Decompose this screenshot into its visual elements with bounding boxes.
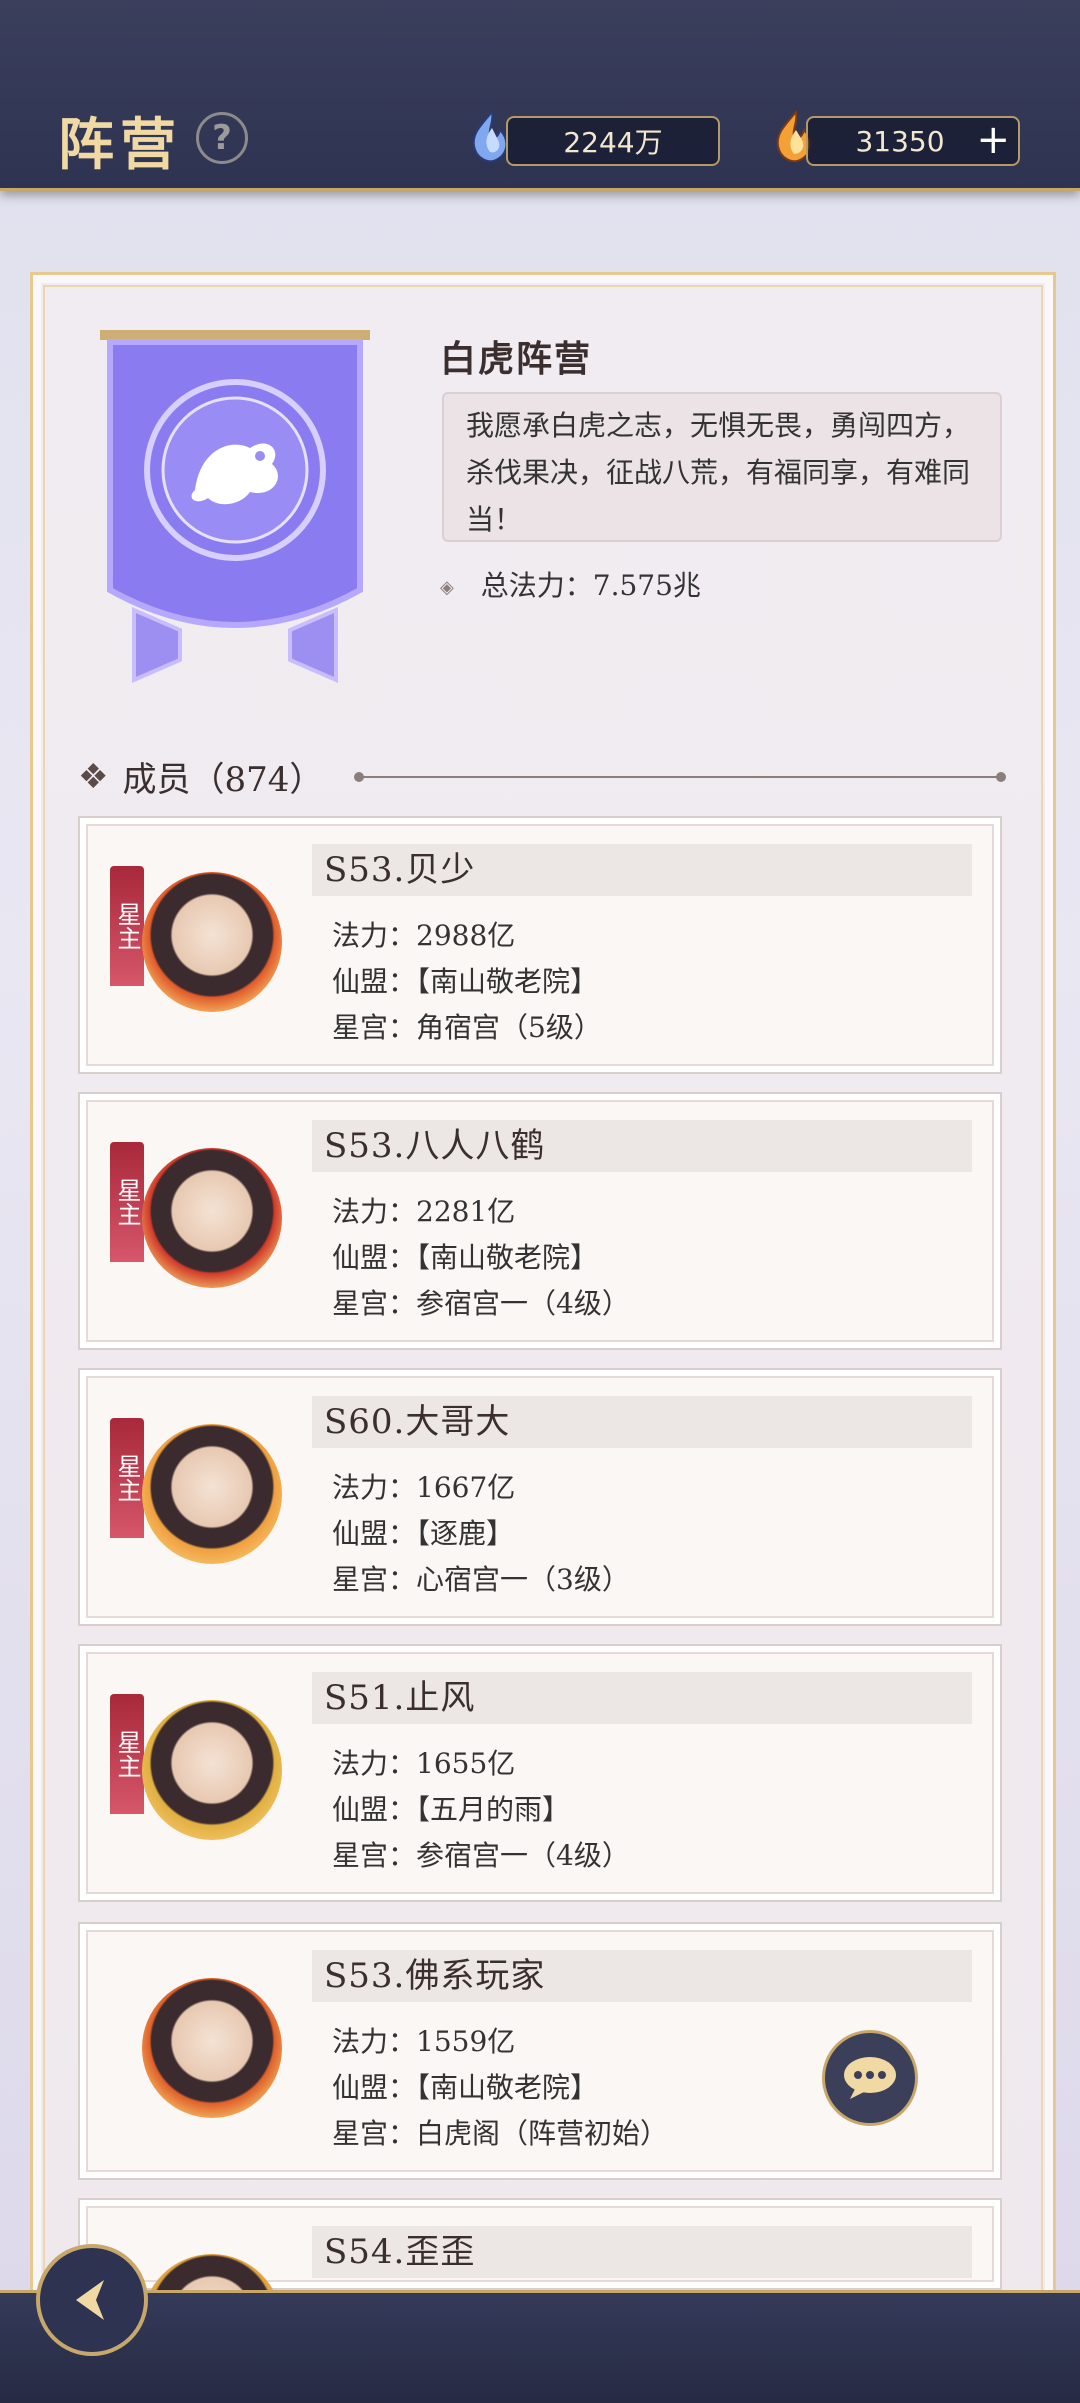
- avatar[interactable]: [142, 1424, 282, 1564]
- faction-power: ◈ 总法力：7.575兆: [440, 564, 701, 604]
- member-name: S53.八人八鹤: [312, 1120, 972, 1172]
- avatar[interactable]: [142, 1148, 282, 1288]
- divider: [354, 772, 1006, 782]
- star-master-tag: 星主: [110, 1142, 144, 1262]
- diamond-ornament-icon: ❖: [78, 756, 109, 797]
- spirit-currency-display: 2244万: [506, 116, 720, 166]
- member-card[interactable]: 星主 S51.止风法力：1655亿仙盟：【五月的雨】星宫：参宿宫一（4级）: [78, 1644, 1002, 1902]
- gold-currency-value: 31350: [855, 124, 945, 158]
- member-card[interactable]: 星主 S60.大哥大法力：1667亿 仙盟：【逐鹿】星宫：心宿宫一（3级）: [78, 1368, 1002, 1626]
- faction-banner-emblem: [100, 330, 370, 684]
- member-name: S51.止风: [312, 1672, 972, 1724]
- member-name: S53.贝少: [312, 844, 972, 896]
- diamond-icon: ◈: [440, 577, 454, 598]
- member-power: 法力：1655亿: [332, 1747, 516, 1780]
- back-arrow-glyph: [76, 2280, 104, 2320]
- faction-power-value: 7.575兆: [592, 569, 701, 602]
- member-palace: 星宫：心宿宫一（3级）: [332, 1563, 630, 1596]
- chat-bubble-icon[interactable]: [822, 2030, 918, 2126]
- faction-name: 白虎阵营: [440, 338, 593, 380]
- back-arrow-icon[interactable]: [36, 2244, 148, 2356]
- faction-motto: 我愿承白虎之志，无惧无畏，勇闯四方，杀伐果决，征战八荒，有福同享，有难同当！: [442, 392, 1002, 542]
- avatar[interactable]: [142, 1700, 282, 1840]
- member-alliance: 仙盟：【南山敬老院】: [332, 965, 599, 998]
- member-alliance: 仙盟：【五月的雨】: [332, 1793, 571, 1826]
- spirit-currency-value: 2244万: [563, 126, 663, 159]
- faction-power-label: 总法力：: [480, 569, 593, 602]
- star-master-tag: 星主: [110, 1418, 144, 1538]
- member-palace: 星宫：参宿宫一（4级）: [332, 1839, 630, 1872]
- member-alliance: 仙盟：【南山敬老院】: [332, 1241, 599, 1274]
- member-power: 法力：1667亿: [332, 1471, 516, 1504]
- member-power: 法力：1559亿: [332, 2025, 516, 2058]
- member-palace: 星宫：白虎阁（阵营初始）: [332, 2117, 669, 2150]
- chat-bubble-glyph: [844, 2057, 896, 2099]
- avatar[interactable]: [142, 1978, 282, 2118]
- member-name: S54.歪歪: [312, 2226, 972, 2278]
- add-currency-button[interactable]: +: [976, 120, 1010, 160]
- member-card[interactable]: S54.歪歪法力：1475亿: [78, 2198, 1002, 2394]
- help-icon[interactable]: ?: [196, 112, 248, 164]
- member-palace: 星宫：角宿宫（5级）: [332, 1011, 602, 1044]
- member-card[interactable]: 星主 S53.贝少法力：2988亿仙盟：【南山敬老院】 星宫：角宿宫（5级）: [78, 816, 1002, 1074]
- member-power: 法力：2988亿: [332, 919, 516, 952]
- member-card[interactable]: 星主 S53.八人八鹤法力：2281亿仙盟：【南山敬老院】 星宫：参宿宫一（4级）: [78, 1092, 1002, 1350]
- star-master-tag: 星主: [110, 866, 144, 986]
- members-count-label: 成员（874）: [122, 760, 324, 800]
- member-alliance: 仙盟：【南山敬老院】: [332, 2071, 599, 2104]
- member-palace: 星宫：参宿宫一（4级）: [332, 1287, 630, 1320]
- bottom-bar: [0, 2290, 1080, 2403]
- member-name: S60.大哥大: [312, 1396, 972, 1448]
- gold-currency-display: 31350 +: [806, 116, 1020, 166]
- top-bar: 阵营 ? 2244万 31350 +: [0, 0, 1080, 191]
- page-title: 阵营: [58, 112, 182, 178]
- star-master-tag: 星主: [110, 1694, 144, 1814]
- members-header: ❖ 成员（874）: [78, 752, 323, 801]
- member-power: 法力：2281亿: [332, 1195, 516, 1228]
- avatar[interactable]: [142, 872, 282, 1012]
- member-alliance: 仙盟：【逐鹿】: [332, 1517, 515, 1550]
- member-name: S53.佛系玩家: [312, 1950, 972, 2002]
